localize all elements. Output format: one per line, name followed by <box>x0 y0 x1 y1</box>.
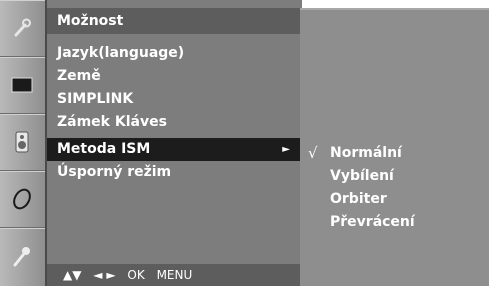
clock-icon <box>13 188 31 210</box>
submenu-item-orbiter[interactable]: Orbiter <box>300 188 489 211</box>
left-right-arrows-icon: ◄ ► <box>93 268 116 282</box>
menu-title: Možnost <box>47 8 302 34</box>
submenu-arrow-icon: ► <box>282 144 290 155</box>
checkmark-icon: √ <box>308 144 318 162</box>
menu-item-key-lock[interactable]: Zámek Kláves <box>47 111 302 134</box>
submenu-item-label: Vybílení <box>330 168 394 184</box>
menu-item-country[interactable]: Země <box>47 65 302 88</box>
submenu-item-normal[interactable]: √ Normální <box>300 142 489 165</box>
rail-item-picture[interactable] <box>0 57 45 114</box>
navigation-hint-bar: ▲▼ ◄ ► OK MENU <box>47 264 302 286</box>
menu-item-label: Úsporný režim <box>57 164 172 180</box>
speaker-icon <box>15 131 29 153</box>
screen-icon <box>11 77 33 93</box>
menu-item-label: SIMPLINK <box>57 91 134 107</box>
icon-rail <box>0 0 45 286</box>
menu-item-label: Zámek Kláves <box>57 114 167 130</box>
menu-item-label: Jazyk(language) <box>57 45 185 61</box>
menu-item-power-saving[interactable]: Úsporný režim <box>47 161 302 184</box>
menu-item-simplink[interactable]: SIMPLINK <box>47 88 302 111</box>
option-menu: Možnost Jazyk(language) Země SIMPLINK Zá… <box>45 0 302 286</box>
menu-item-label: Metoda ISM <box>57 141 151 157</box>
up-down-arrows-icon: ▲▼ <box>63 268 82 282</box>
submenu-item-label: Převrácení <box>330 214 415 230</box>
osd-menu: Možnost Jazyk(language) Země SIMPLINK Zá… <box>0 0 489 286</box>
submenu-item-white-wash[interactable]: Vybílení <box>300 165 489 188</box>
submenu-item-label: Orbiter <box>330 191 387 207</box>
menu-item-language[interactable]: Jazyk(language) <box>47 42 302 65</box>
rail-item-option[interactable] <box>0 228 45 284</box>
menu-hint: MENU <box>156 268 193 282</box>
tool-icon <box>14 18 31 37</box>
menu-item-label: Země <box>57 68 101 84</box>
submenu-item-inversion[interactable]: Převrácení <box>300 211 489 234</box>
rail-item-audio[interactable] <box>0 114 45 171</box>
ok-hint: OK <box>127 268 145 282</box>
rail-item-time[interactable] <box>0 171 45 228</box>
submenu-item-label: Normální <box>330 145 402 161</box>
option-icon <box>13 247 30 267</box>
rail-item-setup[interactable] <box>0 0 45 57</box>
menu-item-ism-method[interactable]: Metoda ISM ► <box>47 138 302 161</box>
ism-submenu: √ Normální Vybílení Orbiter Převrácení <box>300 8 489 286</box>
